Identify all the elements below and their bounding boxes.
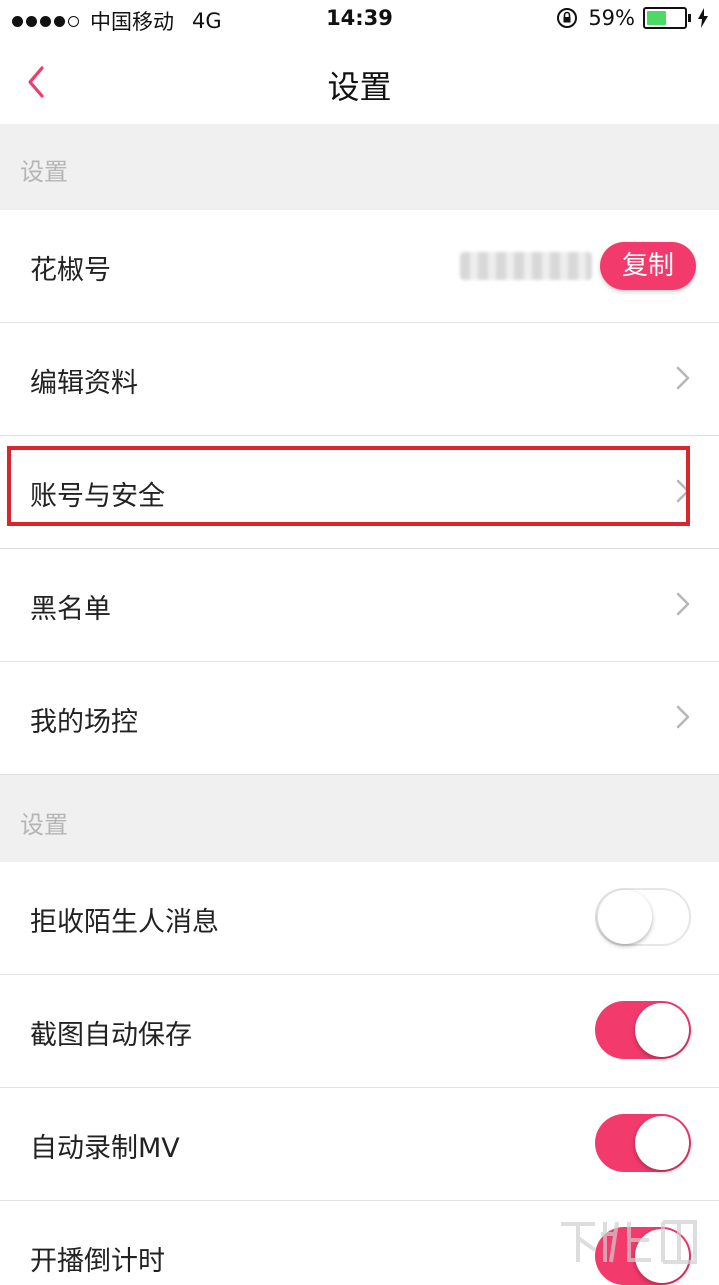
row-auto-save-screenshot: 截图自动保存	[0, 975, 719, 1088]
row-huajiao-id: 花椒号 复制	[0, 210, 719, 323]
section-label: 设置	[20, 158, 68, 186]
auto-record-mv-toggle[interactable]	[595, 1114, 691, 1172]
toggle-knob	[635, 1003, 689, 1057]
status-right: 59%	[556, 6, 709, 30]
row-reject-strangers: 拒收陌生人消息	[0, 862, 719, 975]
toggle-knob	[635, 1116, 689, 1170]
rotation-lock-icon	[557, 8, 578, 28]
row-label: 花椒号	[30, 255, 111, 286]
reject-strangers-toggle[interactable]	[595, 888, 691, 946]
chevron-right-icon	[676, 592, 690, 616]
battery-icon	[643, 7, 687, 29]
battery-tip	[688, 14, 691, 22]
row-blacklist[interactable]: 黑名单	[0, 549, 719, 662]
blurred-id-value	[460, 252, 592, 280]
row-label: 截图自动保存	[30, 1020, 192, 1051]
section-header-2: 设置	[0, 775, 719, 862]
row-auto-record-mv: 自动录制MV	[0, 1088, 719, 1201]
watermark-logo	[561, 1220, 697, 1264]
row-edit-profile[interactable]: 编辑资料	[0, 323, 719, 436]
chevron-right-icon	[676, 366, 690, 390]
battery-percent: 59%	[588, 6, 635, 30]
row-label: 拒收陌生人消息	[30, 907, 219, 938]
chevron-right-icon	[676, 705, 690, 729]
copy-button[interactable]: 复制	[600, 242, 696, 290]
highlight-box	[7, 446, 690, 526]
status-bar: 中国移动 4G 14:39 59%	[0, 0, 719, 40]
row-label: 开播倒计时	[30, 1246, 165, 1277]
page-title: 设置	[327, 68, 392, 106]
row-label: 我的场控	[30, 707, 138, 738]
section-header-1: 设置	[0, 124, 719, 210]
row-label: 黑名单	[30, 594, 111, 625]
toggle-knob	[598, 890, 652, 944]
row-label: 编辑资料	[30, 368, 138, 399]
section-label: 设置	[20, 811, 68, 839]
row-my-moderators[interactable]: 我的场控	[0, 662, 719, 775]
charging-bolt-icon	[698, 8, 708, 28]
nav-bar: 设置	[0, 40, 719, 124]
auto-save-screenshot-toggle[interactable]	[595, 1001, 691, 1059]
row-label: 自动录制MV	[30, 1133, 180, 1164]
battery-fill	[647, 11, 666, 25]
